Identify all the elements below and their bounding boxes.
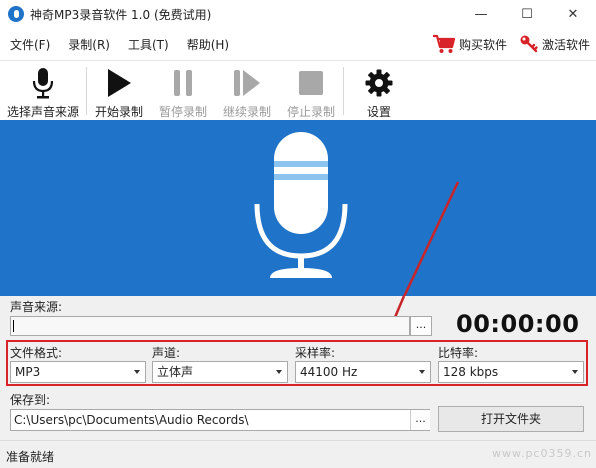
format-label: 文件格式:: [10, 346, 63, 360]
samplerate-select[interactable]: 44100 Hz: [295, 361, 431, 383]
samplerate-value: 44100 Hz: [300, 365, 358, 379]
chevron-down-icon: [134, 370, 140, 374]
chevron-down-icon: [419, 370, 425, 374]
source-input[interactable]: [10, 316, 410, 336]
save-to-label: 保存到:: [10, 393, 51, 407]
source-browse-button[interactable]: ...: [410, 316, 432, 336]
chevron-down-icon: [276, 370, 282, 374]
channel-value: 立体声: [157, 365, 194, 379]
bitrate-label: 比特率:: [438, 346, 479, 360]
bitrate-value: 128 kbps: [443, 365, 499, 379]
format-value: MP3: [15, 365, 41, 379]
samplerate-label: 采样率:: [295, 346, 336, 360]
recording-timer: 00:00:00: [456, 310, 580, 338]
save-path-input[interactable]: C:\Users\pc\Documents\Audio Records\: [10, 409, 430, 431]
status-bar: 准备就绪 www.pc0359.cn: [0, 440, 596, 468]
status-text: 准备就绪: [6, 450, 55, 464]
annotation-arrowhead: [388, 295, 406, 334]
source-label: 声音来源:: [10, 300, 63, 314]
open-folder-button[interactable]: 打开文件夹: [438, 406, 584, 432]
channel-label: 声道:: [152, 346, 181, 360]
save-browse-button[interactable]: ...: [410, 410, 430, 430]
channel-select[interactable]: 立体声: [152, 361, 288, 383]
watermark-text: www.pc0359.cn: [491, 447, 592, 460]
format-select[interactable]: MP3: [10, 361, 146, 383]
bitrate-select[interactable]: 128 kbps: [438, 361, 584, 383]
chevron-down-icon: [572, 370, 578, 374]
